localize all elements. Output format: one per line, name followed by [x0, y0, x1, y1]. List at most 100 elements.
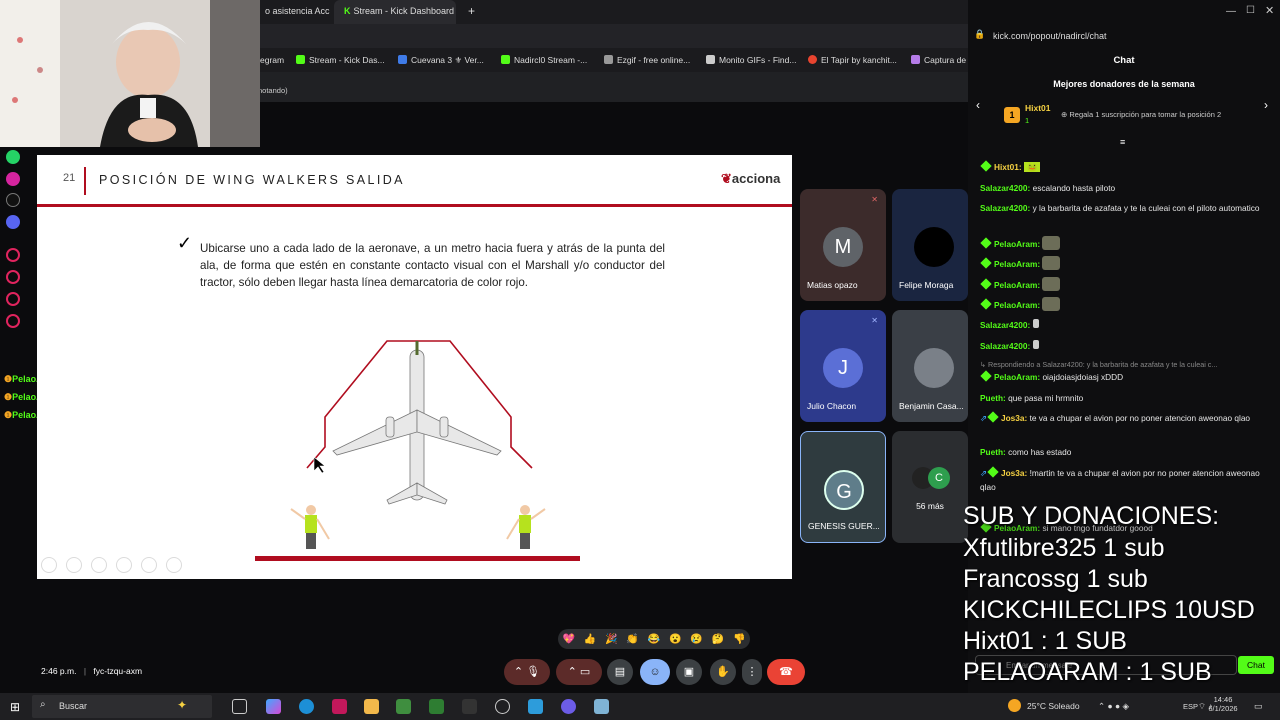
- bookmark-label: Ezgif - free online...: [617, 55, 691, 65]
- gift-sub-prompt[interactable]: ⊕ Regala 1 suscripción para tomar la pos…: [1061, 110, 1221, 119]
- kick-icon: K: [344, 6, 351, 16]
- bookmark-1[interactable]: Stream - Kick Das...: [296, 55, 385, 65]
- prev-slide-icon[interactable]: [41, 557, 57, 573]
- popout-url: kick.com/popout/nadircl/chat: [993, 31, 1107, 41]
- windows-start-icon[interactable]: ⊞: [10, 700, 20, 714]
- reaction-thinking[interactable]: 🤔: [712, 634, 724, 645]
- rank-badge: 1: [1004, 107, 1020, 123]
- participant-tile-active[interactable]: G GENESIS GUER...: [800, 431, 886, 543]
- reaction-thumbs-up[interactable]: 👍: [584, 634, 596, 645]
- discord-icon[interactable]: [6, 215, 20, 229]
- reaction-clap[interactable]: 👏: [626, 634, 638, 645]
- obs-icon[interactable]: [495, 699, 510, 714]
- more-options-icon[interactable]: [166, 557, 182, 573]
- taskbar-search[interactable]: ⌕ Buscar ✦: [32, 695, 212, 718]
- hang-up-icon: ☎: [779, 666, 793, 678]
- slides-grid-icon[interactable]: [116, 557, 132, 573]
- new-tab-button[interactable]: +: [458, 0, 485, 22]
- captions-button[interactable]: ▤: [607, 659, 633, 685]
- maximize-icon[interactable]: ☐: [1246, 5, 1255, 16]
- next-slide-icon[interactable]: [66, 557, 82, 573]
- share-screen-button[interactable]: ▣: [676, 659, 702, 685]
- avatar: [914, 348, 954, 388]
- participant-tile[interactable]: Benjamin Casa...: [892, 310, 968, 422]
- reaction-heart[interactable]: 💖: [562, 634, 574, 645]
- discord-taskbar-icon[interactable]: [561, 699, 576, 714]
- app-icon[interactable]: [396, 699, 411, 714]
- bookmark-4[interactable]: Ezgif - free online...: [604, 55, 690, 65]
- meeting-code: fyc-tzqu-axm: [93, 666, 143, 676]
- top-donors-title: Mejores donadores de la semana: [1053, 79, 1195, 89]
- app-icon[interactable]: [429, 699, 444, 714]
- app-icon[interactable]: [594, 699, 609, 714]
- participant-tile[interactable]: M Matias opazo ✕: [800, 189, 886, 301]
- chat-message: Salazar4200:: [980, 339, 1272, 353]
- search-icon: ⌕: [40, 699, 46, 710]
- prev-donor-arrow[interactable]: ‹: [976, 98, 980, 112]
- more-participants-tile[interactable]: C 56 más: [892, 431, 968, 543]
- bookmark-5[interactable]: Monito GIFs - Find...: [706, 55, 796, 65]
- copilot-icon[interactable]: [266, 699, 281, 714]
- filter-icon[interactable]: ≡: [1120, 137, 1125, 147]
- bookmark-label: Monito GIFs - Find...: [719, 55, 797, 65]
- chat-send-button[interactable]: Chat: [1238, 656, 1274, 674]
- webcam-feed: [0, 0, 260, 147]
- next-donor-arrow[interactable]: ›: [1264, 98, 1268, 112]
- settings-icon[interactable]: [6, 314, 20, 328]
- pen-icon[interactable]: [91, 557, 107, 573]
- send-icon[interactable]: [6, 292, 20, 306]
- search-label: Buscar: [59, 701, 88, 711]
- zoom-icon[interactable]: [141, 557, 157, 573]
- task-view-icon[interactable]: [232, 699, 247, 714]
- epic-games-icon[interactable]: [462, 699, 477, 714]
- leave-call-button[interactable]: ☎: [767, 659, 805, 685]
- minimize-icon[interactable]: —: [1226, 6, 1236, 17]
- chat-message: Salazar4200: escalando hasta piloto: [980, 183, 1116, 193]
- bookmark-6[interactable]: El Tapir by kanchit...: [808, 55, 897, 65]
- file-explorer-icon[interactable]: [364, 699, 379, 714]
- bookmark-7[interactable]: Captura de: [911, 55, 966, 65]
- microphone-button[interactable]: ⌃ 🎙: [504, 659, 550, 685]
- participant-name: GENESIS GUER...: [808, 521, 880, 531]
- participant-tile[interactable]: J Julio Chacon ✕: [800, 310, 886, 422]
- avatar: [914, 227, 954, 267]
- reaction-surprised[interactable]: 😮: [669, 634, 681, 645]
- reaction-laugh[interactable]: 😂: [648, 634, 660, 645]
- tiktok-icon[interactable]: [6, 193, 20, 207]
- present-button[interactable]: ☺: [640, 659, 670, 685]
- instagram-icon[interactable]: [6, 172, 20, 186]
- bookmark-2[interactable]: Cuevana 3 ⚜ Ver...: [398, 55, 484, 66]
- close-icon[interactable]: ✕: [1265, 4, 1274, 17]
- chat-message: Hixt01: 🐸: [980, 160, 1272, 174]
- avatar: M: [823, 227, 863, 267]
- history-icon[interactable]: [6, 270, 20, 284]
- bookmark-0[interactable]: egram: [260, 55, 284, 65]
- camera-button[interactable]: ⌃ ▭: [556, 659, 602, 685]
- overlay-sub-line: Xfutlibre325 1 sub: [963, 534, 1165, 562]
- tray-icons[interactable]: ⌃ ● ● ◈: [1098, 701, 1129, 712]
- record-icon[interactable]: [6, 248, 20, 262]
- app-icon[interactable]: [332, 699, 347, 714]
- bookmark-3[interactable]: Nadircl0 Stream -...: [501, 55, 587, 65]
- store-icon[interactable]: [528, 699, 543, 714]
- chat-title: Chat: [1113, 55, 1135, 66]
- cuevana-icon: [398, 55, 407, 64]
- tab-kick-dashboard[interactable]: K Stream - Kick Dashboard: [334, 0, 456, 24]
- reaction-thumbs-down[interactable]: 👎: [733, 634, 745, 645]
- notifications-icon[interactable]: ▭: [1254, 701, 1263, 712]
- taskbar-clock[interactable]: 14:46 6/1/2026: [1206, 695, 1240, 713]
- edge-icon[interactable]: [299, 699, 314, 714]
- reaction-party[interactable]: 🎉: [605, 634, 617, 645]
- kick-icon: [501, 55, 510, 64]
- whatsapp-icon[interactable]: [6, 150, 20, 164]
- keyboard-language[interactable]: ESP: [1183, 702, 1198, 711]
- participant-name: Julio Chacon: [807, 401, 857, 411]
- tab-asistencia[interactable]: o asistencia Acc: [255, 0, 340, 24]
- overlay-sub-line: Hixt01 : 1 SUB: [963, 627, 1127, 655]
- more-options-button[interactable]: ⋮: [742, 659, 762, 685]
- weather-text[interactable]: 25°C Soleado: [1027, 701, 1080, 711]
- chat-message: PelaoAram: oiajdoiasjdoiasj xDDD: [980, 370, 1272, 384]
- raise-hand-button[interactable]: ✋: [710, 659, 736, 685]
- participant-tile[interactable]: Felipe Moraga: [892, 189, 968, 301]
- reaction-sad[interactable]: 😢: [690, 634, 702, 645]
